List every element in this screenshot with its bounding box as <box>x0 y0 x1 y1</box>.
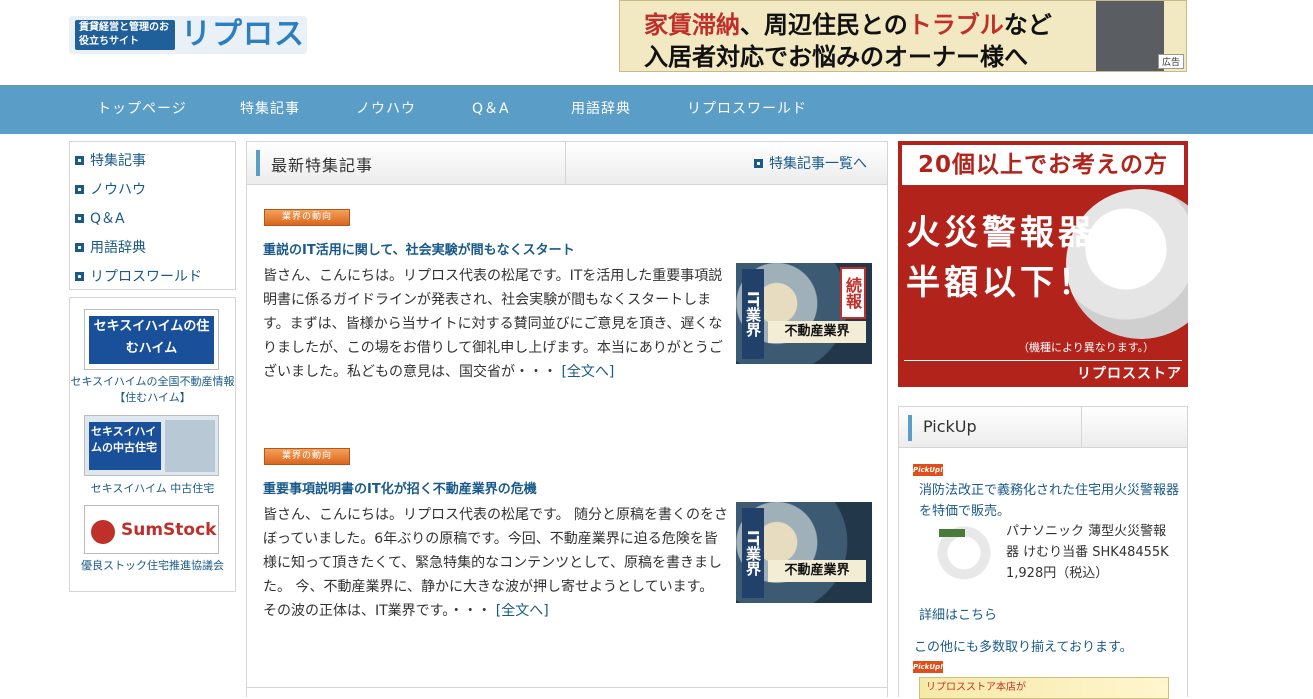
category-badge: 業界の動向 <box>264 448 350 465</box>
fire-alarm-banner[interactable]: 20個以上でお考えの方 火災警報器 半額以下！ （機種により異なります。） リプ… <box>898 141 1188 387</box>
pickup-header: PickUp <box>899 407 1187 448</box>
left-menu-item-qa[interactable]: Q＆A <box>75 209 125 229</box>
fire-banner-product: 火災警報器 <box>906 213 1096 253</box>
fire-banner-note: （機種により異なります。） <box>1018 341 1155 354</box>
left-menu-item-glossary[interactable]: 用語辞典 <box>75 238 146 258</box>
section-divider <box>247 687 887 688</box>
fire-banner-store: リプロスストア <box>1077 366 1182 382</box>
product-info: パナソニック 薄型火災警報器 けむり当番 SHK48455K 1,928円（税込… <box>1006 521 1176 584</box>
product-image[interactable] <box>933 525 995 587</box>
nav-glossary[interactable]: 用語辞典 <box>571 85 631 134</box>
nav-features[interactable]: 特集記事 <box>240 85 300 134</box>
pickup-heading: PickUp <box>923 417 977 436</box>
sumstock-mark-icon <box>91 520 115 544</box>
it-label: IT業界 <box>742 269 764 359</box>
left-menu-item-repros-world[interactable]: リプロスワールド <box>75 267 202 287</box>
sumu-haimu-ad[interactable]: セキスイハイムの住むハイム <box>84 309 219 370</box>
left-ads: セキスイハイムの住むハイム セキスイハイムの全国不動産情報【住むハイム】 セキス… <box>69 297 236 592</box>
left-menu-item-knowhow[interactable]: ノウハウ <box>75 180 146 200</box>
more-products-link[interactable]: この他にも多数取り揃えております。 <box>914 637 1133 658</box>
product-price: 1,928円（税込） <box>1006 566 1109 581</box>
article-thumbnail[interactable]: IT業界 不動産業界 <box>736 502 872 603</box>
banner-line-2: 入居者対応でお悩みのオーナー様へ <box>644 42 1028 71</box>
article-title[interactable]: 重説のIT活用に関して、社会実験が間もなくスタート <box>263 239 575 258</box>
fire-banner-rule <box>904 360 1182 361</box>
heading-accent <box>256 150 260 176</box>
left-menu: 特集記事 ノウハウ Q＆A 用語辞典 リプロスワールド <box>69 141 236 290</box>
left-menu-item-features[interactable]: 特集記事 <box>75 151 146 171</box>
banner-line-1: 家賃滞納、周辺住民とのトラブルなど <box>644 10 1052 39</box>
fire-banner-top: 20個以上でお考えの方 <box>902 145 1184 185</box>
featured-articles: 最新特集記事 特集記事一覧へ 業界の動向 重説のIT活用に関して、社会実験が間も… <box>246 141 888 697</box>
pickup-box: PickUp PickUp! 消防法改正で義務化された住宅用火災警報器を特価で販… <box>898 406 1188 699</box>
heading-accent <box>908 415 912 441</box>
used-homes-logo: セキスイハイムの中古住宅 <box>89 422 161 470</box>
header-ad-banner[interactable]: 家賃滞納、周辺住民とのトラブルなど 入居者対応でお悩みのオーナー様へ 広告 <box>619 0 1187 72</box>
used-homes-caption[interactable]: セキスイハイム 中古住宅 <box>70 481 235 497</box>
sumstock-logo: SumStock <box>121 520 217 540</box>
followup-label: 続報 <box>840 267 866 319</box>
banner-photo <box>1096 1 1164 71</box>
house-photo <box>165 420 215 472</box>
article-thumbnail[interactable]: IT業界 続報 不動産業界 <box>736 263 872 364</box>
nav-qa[interactable]: Q＆A <box>472 85 510 134</box>
bullet-icon <box>75 242 84 252</box>
pickup-intro-link[interactable]: 消防法改正で義務化された住宅用火災警報器を特価で販売。 <box>919 480 1179 522</box>
global-nav: トップページ 特集記事 ノウハウ Q＆A 用語辞典 リプロスワールド <box>0 85 1313 134</box>
site-logo[interactable]: 賃貸経営と管理のお役立ちサイト リプロス <box>69 16 307 54</box>
ad-label: 広告 <box>1157 54 1184 69</box>
featured-list-link[interactable]: 特集記事一覧へ <box>754 153 867 173</box>
store-banner[interactable]: リプロスストア本店が <box>919 677 1169 699</box>
fire-banner-offer: 半額以下！ <box>906 263 1096 303</box>
used-homes-ad[interactable]: セキスイハイムの中古住宅 <box>84 415 219 476</box>
bullet-icon <box>75 271 84 281</box>
article-excerpt: 皆さん、こんにちは。リプロス代表の松尾です。 随分と原稿を書くのをさぼっていまし… <box>263 507 729 619</box>
real-estate-label: 不動産業界 <box>768 560 866 582</box>
pickup-tag: PickUp! <box>913 661 944 673</box>
bullet-icon <box>75 184 84 194</box>
nav-top[interactable]: トップページ <box>97 85 187 134</box>
detail-link[interactable]: 詳細はこちら <box>919 605 997 626</box>
it-label: IT業界 <box>742 508 764 598</box>
featured-heading: 最新特集記事 <box>271 156 374 175</box>
nav-knowhow[interactable]: ノウハウ <box>356 85 416 134</box>
sumu-haimu-caption[interactable]: セキスイハイムの全国不動産情報【住むハイム】 <box>70 374 235 406</box>
header-divider <box>565 142 566 184</box>
product-label <box>939 529 965 537</box>
real-estate-label: 不動産業界 <box>768 321 866 343</box>
featured-header: 最新特集記事 特集記事一覧へ <box>247 142 887 185</box>
bullet-icon <box>75 213 84 223</box>
read-more-link[interactable]: [全文へ] <box>561 364 614 380</box>
bullet-icon <box>754 158 763 168</box>
category-badge: 業界の動向 <box>264 209 350 226</box>
sumstock-ad[interactable]: SumStock <box>84 505 219 554</box>
sumstock-caption[interactable]: 優良ストック住宅推進協議会 <box>70 558 235 574</box>
logo-name: リプロス <box>181 17 305 52</box>
pickup-tag: PickUp! <box>913 464 944 476</box>
product-name: パナソニック 薄型火災警報器 けむり当番 SHK48455K <box>1006 524 1169 560</box>
logo-tagline: 賃貸経営と管理のお役立ちサイト <box>75 20 175 50</box>
sumu-haimu-logo: セキスイハイムの住むハイム <box>89 316 214 364</box>
article-title[interactable]: 重要事項説明書のIT化が招く不動産業界の危機 <box>263 478 537 497</box>
nav-repros-world[interactable]: リプロスワールド <box>687 85 807 134</box>
bullet-icon <box>75 155 84 165</box>
article-excerpt: 皆さん、こんにちは。リプロス代表の松尾です。ITを活用した重要事項説明書に係るガ… <box>263 268 723 380</box>
header-divider <box>1081 407 1082 447</box>
read-more-link[interactable]: [全文へ] <box>496 603 549 619</box>
